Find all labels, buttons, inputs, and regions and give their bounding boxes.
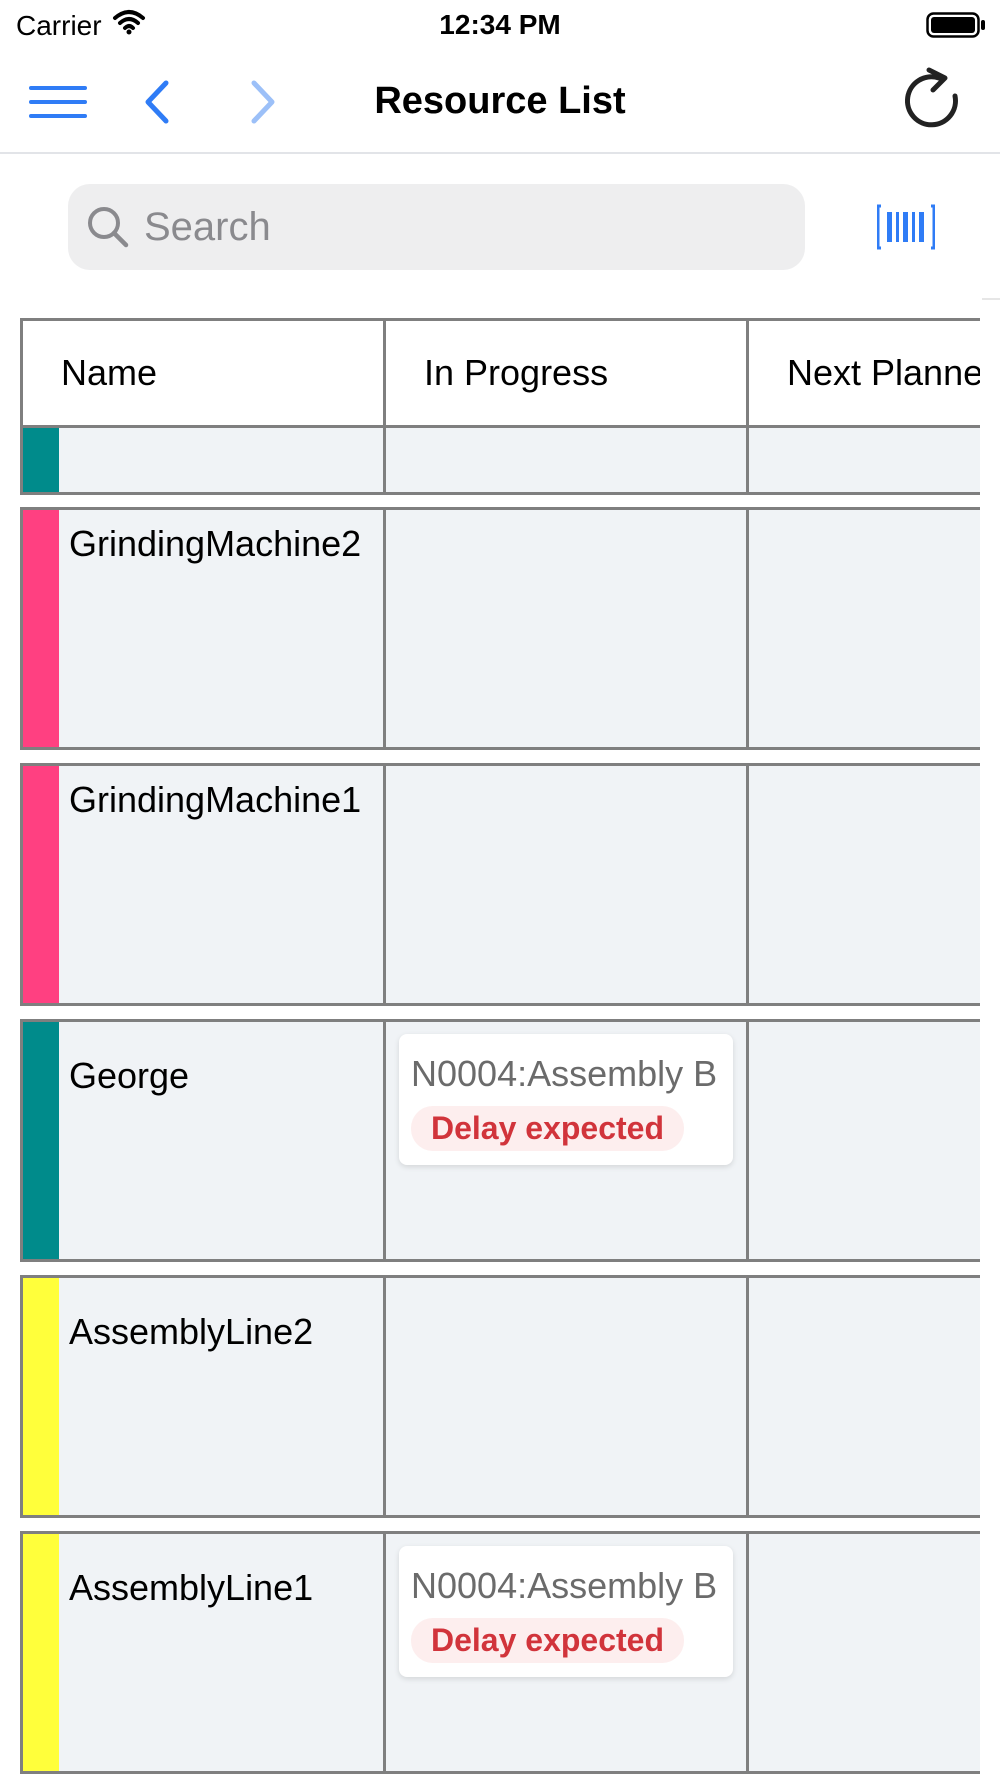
in-progress-cell: [383, 766, 746, 1003]
name-cell: AssemblyLine1: [20, 1534, 383, 1771]
name-cell: GrindingMachine1: [20, 766, 383, 1003]
navigation-bar: Resource List: [0, 50, 1000, 154]
resource-name: AssemblyLine1: [69, 1567, 314, 1608]
resource-color-bar: [23, 1278, 59, 1515]
in-progress-cell: [383, 1278, 746, 1515]
search-icon: [86, 205, 130, 249]
table-row[interactable]: AssemblyLine2: [20, 1275, 980, 1518]
search-input[interactable]: [144, 204, 744, 250]
in-progress-cell: [383, 428, 746, 492]
in-progress-cell: [383, 510, 746, 747]
delay-badge: Delay expected: [411, 1618, 685, 1663]
column-header-name[interactable]: Name: [20, 321, 383, 425]
resource-color-bar: [23, 1534, 59, 1771]
resource-color-bar: [23, 428, 59, 492]
delay-badge: Delay expected: [411, 1106, 685, 1151]
table-row[interactable]: GrindingMachine2: [20, 507, 980, 750]
table-row[interactable]: GrindingMachine1: [20, 763, 980, 1006]
column-header-in-progress[interactable]: In Progress: [383, 321, 746, 425]
task-card[interactable]: N0004:Assembly B Delay expected: [399, 1034, 733, 1165]
barcode-icon[interactable]: [876, 200, 936, 254]
page-title: Resource List: [374, 80, 626, 122]
name-cell: GrindingMachine2: [20, 510, 383, 747]
name-cell: George: [20, 1022, 383, 1259]
table-row[interactable]: AssemblyLine1 N0004:Assembly B Delay exp…: [20, 1531, 980, 1774]
table-row[interactable]: [20, 425, 980, 495]
resource-name: GrindingMachine1: [69, 779, 362, 820]
in-progress-cell: N0004:Assembly B Delay expected: [383, 1534, 746, 1771]
resource-name: George: [69, 1055, 190, 1096]
status-bar: Carrier 12:34 PM: [0, 0, 1000, 50]
clock: 12:34 PM: [439, 9, 561, 40]
next-planned-cell: [746, 1534, 980, 1771]
next-planned-cell: [746, 1278, 980, 1515]
resource-name: GrindingMachine2: [69, 523, 362, 564]
resource-name: AssemblyLine2: [69, 1311, 314, 1352]
battery-icon: [926, 12, 986, 38]
resource-color-bar: [23, 510, 59, 747]
table-row[interactable]: George N0004:Assembly B Delay expected: [20, 1019, 980, 1262]
resource-color-bar: [23, 1022, 59, 1259]
resource-color-bar: [23, 766, 59, 1003]
next-planned-cell: [746, 510, 980, 747]
table-header: Name In Progress Next Planne: [20, 318, 980, 428]
in-progress-cell: N0004:Assembly B Delay expected: [383, 1022, 746, 1259]
refresh-icon[interactable]: [896, 64, 972, 140]
scroll-indicator: [982, 298, 1000, 300]
name-cell: [20, 428, 383, 492]
task-title: N0004:Assembly B: [411, 1565, 718, 1606]
name-cell: AssemblyLine2: [20, 1278, 383, 1515]
next-planned-cell: [746, 1022, 980, 1259]
task-title: N0004:Assembly B: [411, 1053, 718, 1094]
resource-name: [59, 428, 77, 492]
search-field[interactable]: [68, 184, 805, 270]
resource-table[interactable]: Name In Progress Next Planne GrindingMac…: [20, 318, 980, 1778]
task-card[interactable]: N0004:Assembly B Delay expected: [399, 1546, 733, 1677]
column-header-next-planned[interactable]: Next Planne: [746, 321, 980, 425]
next-planned-cell: [746, 428, 980, 492]
screen: Carrier 12:34 PM Resource List Search Na…: [0, 0, 1000, 1778]
next-planned-cell: [746, 766, 980, 1003]
right-edge: [980, 298, 1000, 1778]
